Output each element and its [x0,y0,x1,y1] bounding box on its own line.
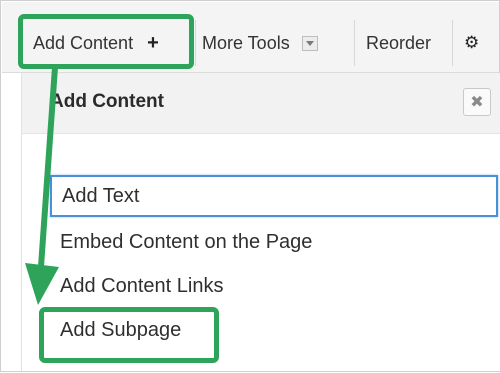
gear-icon: ⚙ [464,33,480,52]
settings-button[interactable]: ⚙ [464,28,479,58]
menu-item-add-text[interactable]: Add Text [50,175,498,217]
close-icon: ✖ [470,94,484,111]
toolbar-divider [195,20,196,66]
add-content-label: Add Content [33,32,134,53]
menu-item-label: Add Subpage [60,318,182,341]
toolbar-divider [354,20,355,66]
menu-header: Add Content ✖ [22,73,500,134]
add-content-button[interactable]: Add Content + [33,28,159,58]
menu-item-add-subpage[interactable]: Add Subpage [50,309,498,351]
menu-title: Add Content [50,91,164,112]
add-content-menu: Add Content ✖ Add Text Embed Content on … [21,73,500,371]
reorder-button[interactable]: Reorder [366,28,431,58]
screenshot-frame: Add Content + More Tools Reorder ⚙ Add C… [0,0,500,372]
menu-item-label: Add Content Links [60,274,224,297]
menu-item-label: Add Text [62,184,140,207]
reorder-label: Reorder [366,32,432,53]
menu-item-embed-content[interactable]: Embed Content on the Page [50,221,498,263]
more-tools-label: More Tools [202,32,290,53]
dropdown-icon [301,35,318,51]
toolbar-divider [452,20,453,66]
more-tools-button[interactable]: More Tools [202,28,318,58]
close-button[interactable]: ✖ [463,88,491,116]
menu-item-label: Embed Content on the Page [60,230,313,253]
plus-icon: + [147,32,159,54]
menu-item-add-content-links[interactable]: Add Content Links [50,265,498,307]
page-toolbar: Add Content + More Tools Reorder ⚙ [2,2,499,73]
